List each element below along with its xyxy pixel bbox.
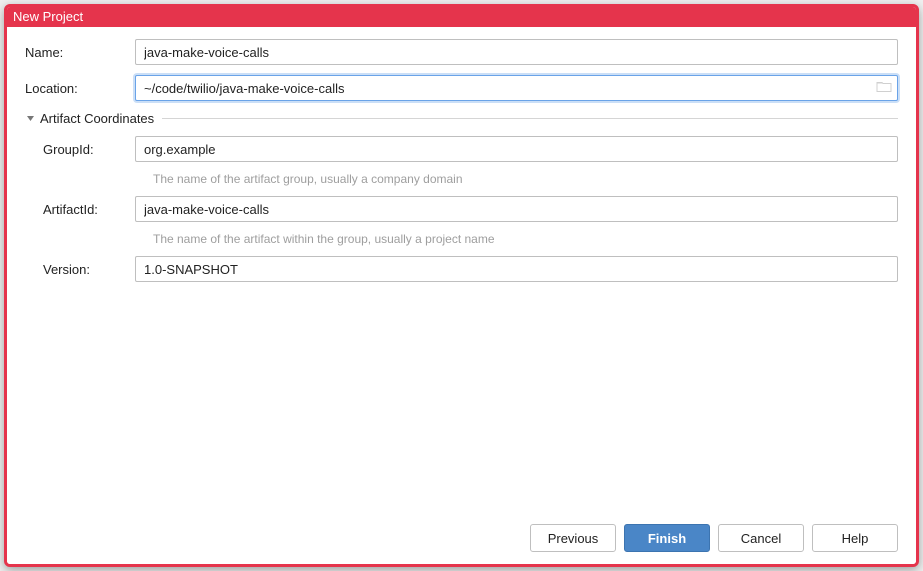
name-input-wrap xyxy=(135,39,898,65)
groupid-input[interactable] xyxy=(135,136,898,162)
previous-button[interactable]: Previous xyxy=(530,524,616,552)
location-row: Location: xyxy=(25,75,898,101)
title-bar: New Project xyxy=(7,7,916,27)
artifact-section-title: Artifact Coordinates xyxy=(40,111,154,126)
name-label: Name: xyxy=(25,45,135,60)
version-label: Version: xyxy=(25,262,135,277)
version-input[interactable] xyxy=(135,256,898,282)
finish-button[interactable]: Finish xyxy=(624,524,710,552)
name-row: Name: xyxy=(25,39,898,65)
disclosure-toggle-icon[interactable] xyxy=(25,114,36,123)
location-label: Location: xyxy=(25,81,135,96)
artifactid-row: ArtifactId: xyxy=(25,196,898,222)
location-input[interactable] xyxy=(135,75,898,101)
groupid-label: GroupId: xyxy=(25,142,135,157)
artifactid-help: The name of the artifact within the grou… xyxy=(153,232,898,246)
section-divider xyxy=(162,118,898,119)
cancel-button[interactable]: Cancel xyxy=(718,524,804,552)
location-input-wrap xyxy=(135,75,898,101)
groupid-input-wrap xyxy=(135,136,898,162)
new-project-dialog: New Project Name: Location: xyxy=(4,4,919,567)
artifactid-label: ArtifactId: xyxy=(25,202,135,217)
browse-folder-icon[interactable] xyxy=(876,80,892,97)
help-button[interactable]: Help xyxy=(812,524,898,552)
version-input-wrap xyxy=(135,256,898,282)
button-bar: Previous Finish Cancel Help xyxy=(25,514,898,552)
dialog-content: Name: Location: xyxy=(7,27,916,564)
name-input[interactable] xyxy=(135,39,898,65)
version-row: Version: xyxy=(25,256,898,282)
artifactid-input-wrap xyxy=(135,196,898,222)
window-title: New Project xyxy=(13,9,83,24)
groupid-row: GroupId: xyxy=(25,136,898,162)
form-area: Name: Location: xyxy=(25,39,898,514)
artifact-coordinates-header: Artifact Coordinates xyxy=(25,111,898,126)
groupid-help: The name of the artifact group, usually … xyxy=(153,172,898,186)
artifactid-input[interactable] xyxy=(135,196,898,222)
